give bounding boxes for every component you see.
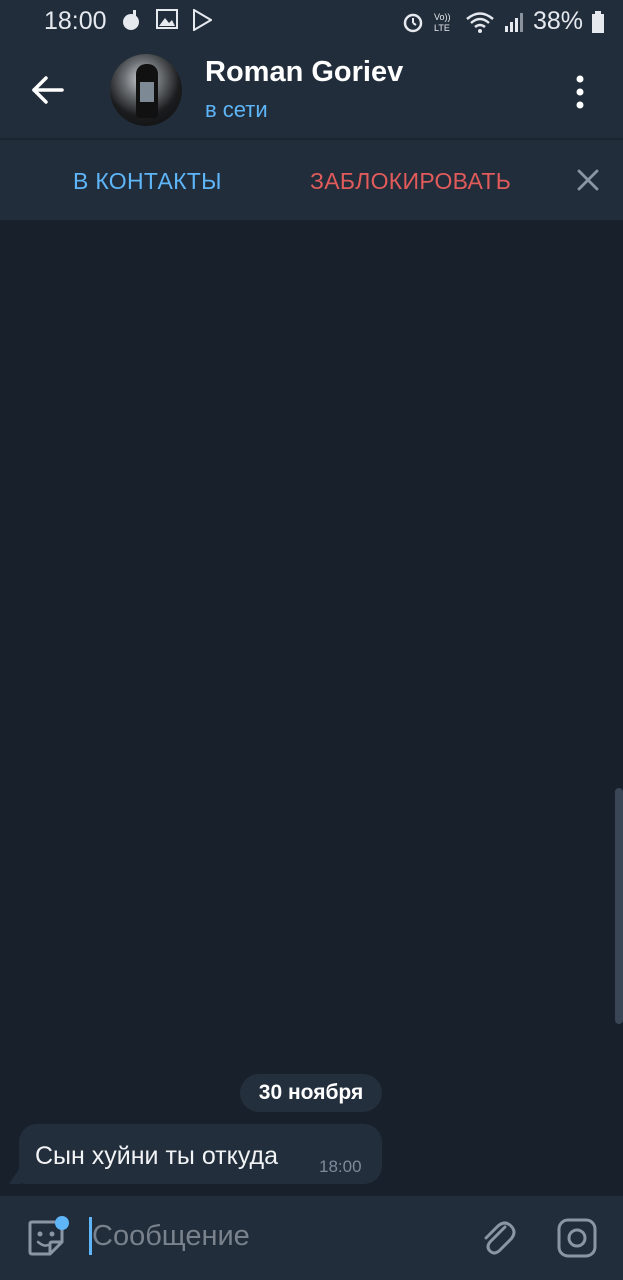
notification-dot (55, 1216, 69, 1230)
play-store-icon (193, 9, 212, 31)
system-icons: Vo)) LTE 38% (401, 7, 605, 36)
alarm-icon (403, 13, 423, 32)
wifi-icon (466, 11, 494, 33)
date-separator: 30 ноября (240, 1074, 382, 1112)
contact-name[interactable]: Roman Goriev (205, 56, 403, 89)
chat-area (0, 220, 623, 1196)
scrollbar[interactable] (615, 788, 623, 1024)
more-menu-icon[interactable] (572, 74, 588, 110)
camera-icon[interactable] (556, 1217, 598, 1259)
signal-icon (504, 12, 523, 32)
battery-percent: 38% (532, 7, 583, 35)
close-icon[interactable] (575, 167, 601, 193)
volte-icon: Vo))LTE (434, 12, 451, 33)
avatar[interactable] (110, 54, 182, 126)
block-user-button[interactable]: ЗАБЛОКИРОВАТЬ (310, 168, 511, 195)
message-text: Сын хуйни ты откуда (35, 1142, 279, 1170)
svg-text:LTE: LTE (434, 23, 450, 33)
chat-header: Roman Goriev в сети (0, 42, 623, 140)
online-status: в сети (205, 97, 268, 122)
message-input[interactable]: Сообщение (92, 1220, 250, 1253)
avatar-figure-detail (140, 82, 154, 102)
add-to-contacts-button[interactable]: В КОНТАКТЫ (73, 168, 222, 195)
contact-action-bar: В КОНТАКТЫ ЗАБЛОКИРОВАТЬ (0, 140, 623, 220)
battery-icon (592, 10, 604, 33)
notification-icons (122, 9, 212, 31)
image-icon (156, 9, 178, 29)
status-time: 18:00 (44, 7, 107, 35)
status-bar: 18:00 Vo)) LTE 38% (0, 0, 623, 42)
svg-text:Vo)): Vo)) (434, 12, 451, 22)
attach-icon[interactable] (479, 1217, 517, 1259)
message-time: 18:00 (319, 1157, 362, 1176)
message-composer: Сообщение (0, 1196, 623, 1280)
bomb-icon (123, 10, 139, 30)
message-bubble[interactable]: Сын хуйни ты откуда 18:00 (19, 1124, 382, 1184)
back-arrow-icon[interactable] (30, 72, 66, 108)
